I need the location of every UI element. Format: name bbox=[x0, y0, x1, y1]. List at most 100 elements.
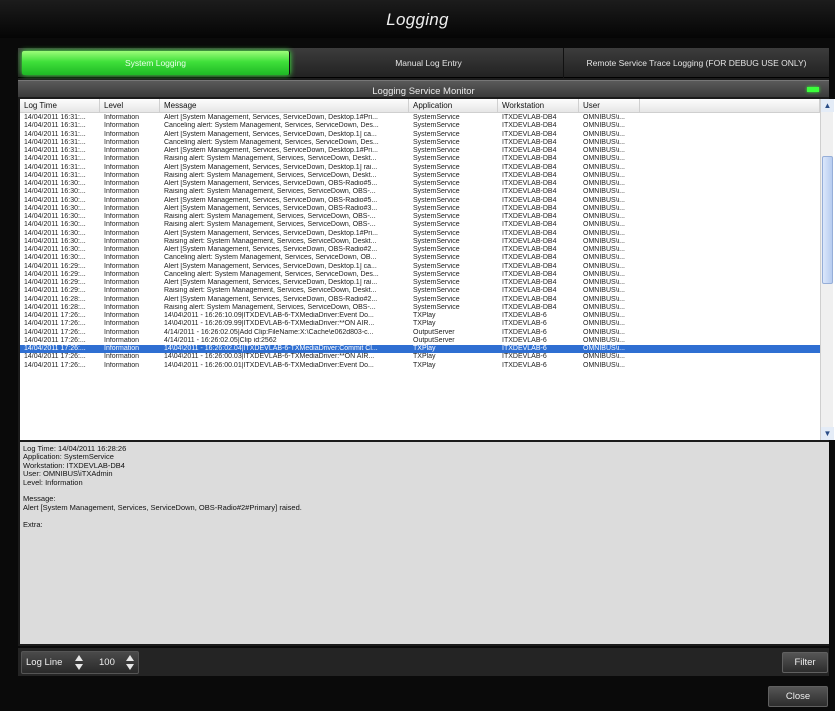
cell-application: SystemService bbox=[413, 295, 460, 303]
cell-application: OutputServer bbox=[413, 328, 455, 336]
cell-application: SystemService bbox=[413, 237, 460, 245]
table-row[interactable]: 14/04/2011 16:30:... Information Alert [Sy… bbox=[20, 246, 820, 254]
cell-message: Alert [System Management, Services, Serv… bbox=[164, 114, 378, 121]
table-row[interactable]: 14/04/2011 16:28:... Information Raising a… bbox=[20, 304, 820, 312]
cell-application: TXPlay bbox=[413, 353, 436, 361]
cell-workstation: ITXDEVLAB-DB4 bbox=[502, 295, 557, 303]
cell-message: Alert [System Management, Services, Serv… bbox=[164, 295, 378, 303]
cell-application: SystemService bbox=[413, 246, 460, 253]
table-row[interactable]: 14/04/2011 17:26:... Information 14\04\201… bbox=[20, 362, 820, 370]
table-row[interactable]: 14/04/2011 16:31:... Information Canceling… bbox=[20, 139, 820, 147]
table-row[interactable]: 14/04/2011 17:26:... Information 14\04\201… bbox=[20, 345, 820, 354]
cell-level: Information bbox=[104, 237, 140, 245]
cell-user: OMNIBUS\i... bbox=[583, 254, 626, 262]
log-grid[interactable]: Log Time Level Message Application Works… bbox=[20, 99, 835, 440]
table-row[interactable]: 14/04/2011 16:30:... Information Raising a… bbox=[20, 238, 820, 246]
table-row[interactable]: 14/04/2011 16:30:... Information Alert [Sy… bbox=[20, 180, 820, 188]
scroll-up-arrow-icon[interactable]: ▲ bbox=[821, 99, 834, 112]
cell-workstation: ITXDEVLAB-6 bbox=[502, 336, 547, 344]
table-row[interactable]: 14/04/2011 17:26:... Information 14\04\201… bbox=[20, 353, 820, 361]
cell-workstation: ITXDEVLAB-DB4 bbox=[502, 254, 557, 262]
close-button[interactable]: Close bbox=[768, 686, 828, 707]
table-row[interactable]: 14/04/2011 16:29:... Information Raising a… bbox=[20, 287, 820, 295]
table-row[interactable]: 14/04/2011 16:30:... Information Alert [Sy… bbox=[20, 205, 820, 213]
cell-log-time: 14/04/2011 16:31:... bbox=[24, 138, 86, 146]
scroll-thumb[interactable] bbox=[822, 156, 833, 284]
column-header-workstation[interactable]: Workstation bbox=[498, 99, 579, 112]
table-row[interactable]: 14/04/2011 16:31:... Information Alert [Sy… bbox=[20, 114, 820, 122]
cell-message: 4/14/2011 - 16:26:02.05|Clip id:2562 bbox=[164, 336, 277, 344]
spin-up-arrow-icon[interactable] bbox=[74, 655, 83, 661]
cell-application: SystemService bbox=[413, 130, 460, 138]
tab-manual-log-entry[interactable]: Manual Log Entry bbox=[294, 48, 564, 78]
cell-level: Information bbox=[104, 320, 140, 328]
table-row[interactable]: 14/04/2011 16:31:... Information Alert [Sy… bbox=[20, 164, 820, 172]
tab-system-logging[interactable]: System Logging bbox=[22, 51, 290, 75]
table-row[interactable]: 14/04/2011 16:30:... Information Raising a… bbox=[20, 221, 820, 229]
bottom-bar bbox=[18, 648, 829, 676]
spin-down-arrow-icon[interactable] bbox=[125, 664, 134, 670]
table-row[interactable]: 14/04/2011 16:30:... Information Raising a… bbox=[20, 188, 820, 196]
table-row[interactable]: 14/04/2011 16:29:... Information Alert [Sy… bbox=[20, 263, 820, 271]
spin-up-arrow-icon[interactable] bbox=[125, 655, 134, 661]
cell-message: Raising alert: System Management, Servic… bbox=[164, 287, 377, 295]
detail-line: Workstation: ITXDEVLAB-DB4 bbox=[23, 460, 125, 470]
cell-log-time: 14/04/2011 16:28:... bbox=[24, 295, 86, 303]
tab-remote-service-trace-logging[interactable]: Remote Service Trace Logging (FOR DEBUG … bbox=[564, 48, 829, 78]
detail-line: Application: SystemService bbox=[23, 452, 114, 462]
table-row[interactable]: 14/04/2011 16:31:... Information Alert [Sy… bbox=[20, 147, 820, 155]
cell-level: Information bbox=[104, 262, 140, 270]
cell-workstation: ITXDEVLAB-DB4 bbox=[502, 221, 557, 229]
detail-line bbox=[23, 512, 826, 520]
table-row[interactable]: 14/04/2011 17:26:... Information 4/14/2011… bbox=[20, 329, 820, 337]
cell-message: Raising alert: System Management, Servic… bbox=[164, 237, 377, 245]
table-row[interactable]: 14/04/2011 16:29:... Information Alert [Sy… bbox=[20, 279, 820, 287]
cell-level: Information bbox=[104, 155, 140, 163]
cell-level: Information bbox=[104, 361, 140, 369]
cell-log-time: 14/04/2011 16:30:... bbox=[24, 229, 86, 237]
cell-message: Alert [System Management, Services, Serv… bbox=[164, 262, 377, 270]
cell-user: OMNIBUS\i... bbox=[583, 312, 626, 319]
grid-scrollbar[interactable]: ▲ ▼ bbox=[820, 99, 834, 440]
filter-button[interactable]: Filter bbox=[782, 652, 828, 673]
log-line-value[interactable]: 100 bbox=[99, 657, 115, 668]
log-line-spinner[interactable] bbox=[74, 654, 83, 672]
table-row[interactable]: 14/04/2011 16:29:... Information Canceling… bbox=[20, 271, 820, 279]
cell-level: Information bbox=[104, 221, 140, 229]
table-row[interactable]: 14/04/2011 16:31:... Information Raising a… bbox=[20, 172, 820, 180]
scroll-down-arrow-icon[interactable]: ▼ bbox=[821, 427, 834, 440]
cell-log-time: 14/04/2011 16:30:... bbox=[24, 246, 86, 253]
table-row[interactable]: 14/04/2011 17:26:... Information 14\04\201… bbox=[20, 320, 820, 328]
cell-workstation: ITXDEVLAB-DB4 bbox=[502, 163, 557, 171]
log-line-value-spinner[interactable] bbox=[125, 654, 134, 672]
cell-message: Alert [System Management, Services, Serv… bbox=[164, 180, 378, 187]
cell-message: Alert [System Management, Services, Serv… bbox=[164, 147, 378, 154]
column-header-application[interactable]: Application bbox=[409, 99, 498, 112]
cell-user: OMNIBUS\i... bbox=[583, 287, 626, 295]
cell-level: Information bbox=[104, 254, 140, 262]
log-line-label: Log Line bbox=[26, 657, 63, 668]
table-row[interactable]: 14/04/2011 16:31:... Information Canceling… bbox=[20, 122, 820, 130]
table-row[interactable]: 14/04/2011 16:30:... Information Canceling… bbox=[20, 254, 820, 262]
table-row[interactable]: 14/04/2011 16:30:... Information Alert [Sy… bbox=[20, 230, 820, 238]
column-header-user[interactable]: User bbox=[579, 99, 640, 112]
cell-application: SystemService bbox=[413, 138, 460, 146]
cell-log-time: 14/04/2011 16:31:... bbox=[24, 155, 86, 163]
cell-message: Alert [System Management, Services, Serv… bbox=[164, 229, 378, 237]
table-row[interactable]: 14/04/2011 16:31:... Information Raising a… bbox=[20, 155, 820, 163]
table-row[interactable]: 14/04/2011 16:30:... Information Raising a… bbox=[20, 213, 820, 221]
table-row[interactable]: 14/04/2011 16:28:... Information Alert [Sy… bbox=[20, 296, 820, 304]
spin-down-arrow-icon[interactable] bbox=[74, 664, 83, 670]
cell-level: Information bbox=[104, 336, 140, 344]
cell-level: Information bbox=[104, 122, 140, 130]
column-header-message[interactable]: Message bbox=[160, 99, 409, 112]
table-row[interactable]: 14/04/2011 16:30:... Information Alert [Sy… bbox=[20, 197, 820, 205]
column-header-level[interactable]: Level bbox=[100, 99, 160, 112]
column-header-log-time[interactable]: Log Time bbox=[20, 99, 100, 112]
log-detail-panel: Log Time: 14/04/2011 16:28:26 Application… bbox=[20, 442, 829, 644]
table-row[interactable]: 14/04/2011 17:26:... Information 14\04\201… bbox=[20, 312, 820, 320]
cell-log-time: 14/04/2011 16:29:... bbox=[24, 262, 86, 270]
table-row[interactable]: 14/04/2011 16:31:... Information Alert [Sy… bbox=[20, 131, 820, 139]
table-row[interactable]: 14/04/2011 17:26:... Information 4/14/2011… bbox=[20, 337, 820, 345]
cell-application: SystemService bbox=[413, 303, 460, 311]
